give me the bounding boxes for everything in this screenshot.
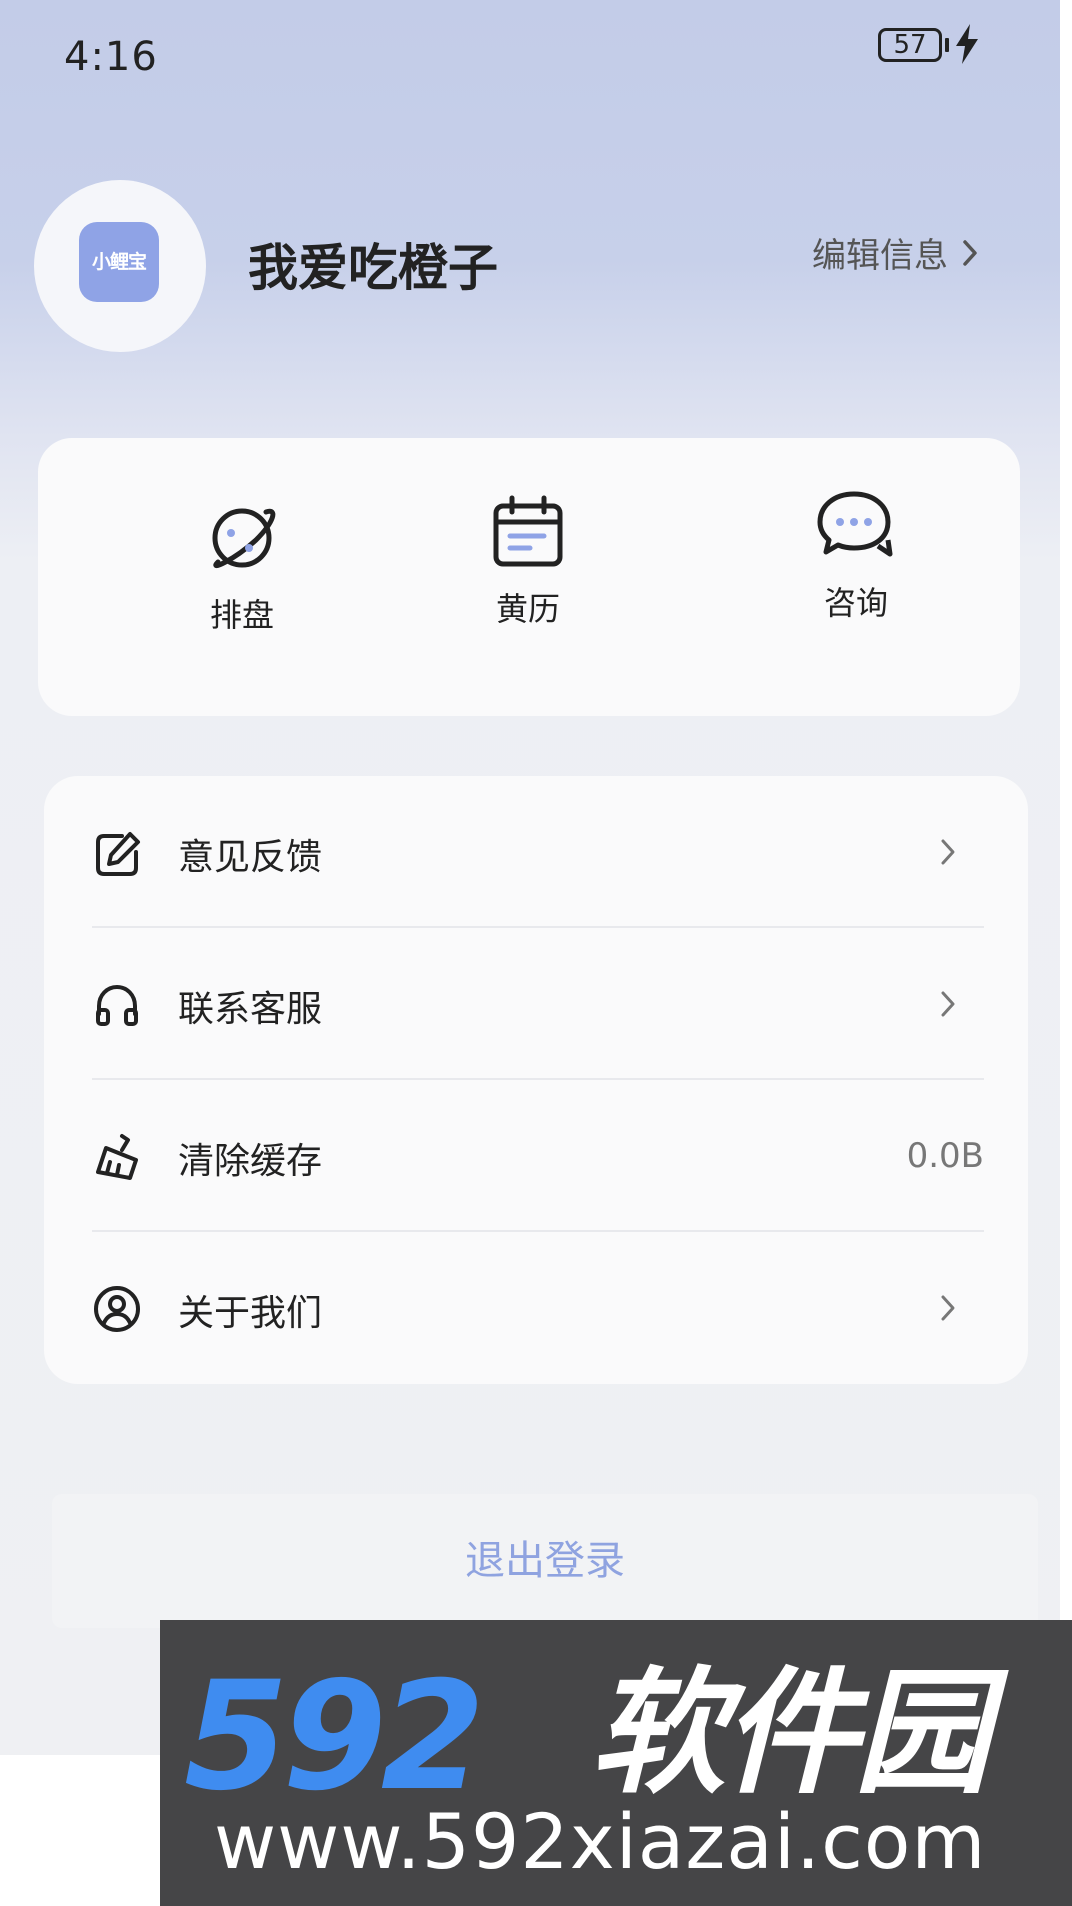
calendar-icon xyxy=(493,495,563,567)
user-circle-icon xyxy=(94,1286,140,1332)
quick-action-label: 排盘 xyxy=(209,596,274,634)
logout-button[interactable]: 退出登录 xyxy=(52,1494,1038,1628)
status-bar: 4:16 57 xyxy=(0,0,1060,110)
profile-header: 小鲤宝 我爱吃橙子 编辑信息 xyxy=(0,170,1060,360)
menu-item-label: 意见反馈 xyxy=(178,837,323,878)
app-logo-avatar[interactable]: 小鲤宝 xyxy=(79,222,159,302)
username: 我爱吃橙子 xyxy=(248,239,498,297)
menu-item-label: 关于我们 xyxy=(178,1293,323,1334)
battery-icon: 57 xyxy=(878,28,942,62)
charging-bolt-icon xyxy=(956,24,978,64)
edit-note-icon xyxy=(96,832,140,876)
app-screen: 4:16 57 小鲤宝 我爱吃橙子 编辑信息 排盘 黄历 咨询 意见反馈 联系客… xyxy=(0,0,1060,1755)
chevron-right-icon xyxy=(941,839,955,865)
quick-action-calendar[interactable]: 黄历 xyxy=(428,494,628,630)
cache-size-value: 0.0B xyxy=(906,1136,984,1176)
chevron-right-icon xyxy=(941,991,955,1017)
quick-action-label: 咨询 xyxy=(823,584,888,622)
menu-item-clear-cache[interactable]: 清除缓存 0.0B xyxy=(44,1080,1028,1230)
menu-item-about-us[interactable]: 关于我们 xyxy=(44,1232,1028,1382)
watermark-banner: 592 软件园 www.592xiazai.com xyxy=(160,1620,1072,1906)
settings-menu-card: 意见反馈 联系客服 清除缓存 0.0B 关于我们 xyxy=(44,776,1028,1384)
battery-tip xyxy=(945,38,949,52)
menu-item-label: 清除缓存 xyxy=(178,1141,323,1182)
chat-bubbles-icon xyxy=(817,491,893,557)
menu-item-label: 联系客服 xyxy=(178,989,323,1030)
quick-actions-card: 排盘 黄历 咨询 xyxy=(38,438,1020,716)
chevron-right-icon xyxy=(941,1295,955,1321)
menu-item-customer-service[interactable]: 联系客服 xyxy=(44,928,1028,1078)
battery-level: 57 xyxy=(893,30,927,60)
edit-info-link[interactable]: 编辑信息 xyxy=(812,228,978,277)
status-time: 4:16 xyxy=(64,34,158,80)
menu-item-feedback[interactable]: 意见反馈 xyxy=(44,776,1028,926)
edit-info-label: 编辑信息 xyxy=(812,236,948,276)
watermark-number: 592 xyxy=(184,1650,485,1824)
watermark-url: www.592xiazai.com xyxy=(214,1797,987,1886)
quick-action-consult[interactable]: 咨询 xyxy=(756,488,956,624)
quick-action-paipan[interactable]: 排盘 xyxy=(142,500,342,636)
planet-icon xyxy=(212,508,276,569)
headset-icon xyxy=(96,984,138,1026)
broom-icon xyxy=(96,1134,138,1180)
watermark-name: 软件园 xyxy=(590,1655,990,1813)
chevron-right-icon xyxy=(963,239,977,266)
quick-action-label: 黄历 xyxy=(495,590,560,628)
